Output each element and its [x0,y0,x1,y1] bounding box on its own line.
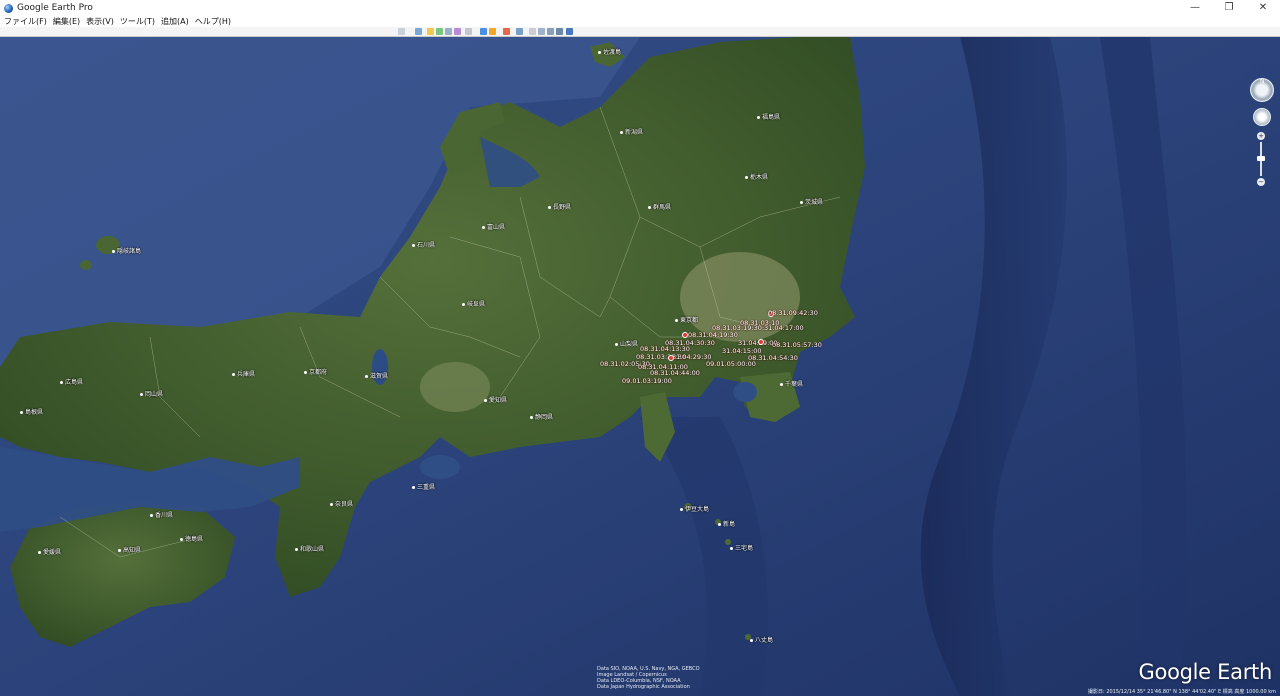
zoom-in-button[interactable]: + [1257,132,1265,140]
place-label-shizuoka[interactable]: 静岡県 [530,412,553,421]
place-label-niigata[interactable]: 新潟県 [620,127,643,136]
menu-bar: ファイル(F) 編集(E) 表示(V) ツール(T) 追加(A) ヘルプ(H) [0,16,1280,27]
imagery-credits: Data SIO, NOAA, U.S. Navy, NGA, GEBCO Im… [597,666,700,690]
place-label-hachijo[interactable]: 八丈島 [750,635,773,644]
menu-view[interactable]: 表示(V) [86,16,114,27]
polygon-icon[interactable] [436,28,443,35]
sunlight-icon[interactable] [489,28,496,35]
navigation-controls: N + − [1250,78,1274,186]
google-earth-icon [4,3,13,13]
track-label[interactable]: 08.31.09:42:30 [768,309,818,317]
place-label-shimane[interactable]: 島根県 [20,407,43,416]
place-label-kochi[interactable]: 高知県 [118,545,141,554]
track-label[interactable]: 08.31.04:44:00 [650,369,700,377]
maps-icon[interactable] [556,28,563,35]
track-label[interactable]: 08.31.05:57:30 [772,341,822,349]
image-overlay-icon[interactable] [454,28,461,35]
credit-line: Data Japan Hydrographic Association [597,684,690,690]
eye-altitude: 高度 1000.00 km [1234,689,1276,695]
minimize-button[interactable]: — [1178,0,1212,16]
look-joystick[interactable]: N [1250,78,1274,102]
zoom-out-button[interactable]: − [1257,178,1265,186]
place-label-nagano[interactable]: 長野県 [548,202,571,211]
menu-help[interactable]: ヘルプ(H) [195,16,231,27]
place-label-okayama[interactable]: 岡山県 [140,389,163,398]
path-icon[interactable] [445,28,452,35]
toolbar [0,27,1280,37]
menu-edit[interactable]: 編集(E) [53,16,80,27]
close-button[interactable]: ✕ [1246,0,1280,16]
north-indicator[interactable]: N [1260,78,1265,85]
window-title: Google Earth Pro [17,3,93,13]
earth-view[interactable]: 福島県 新潟県 栃木県 茨城県 群馬県 長野県 富山県 石川県 岐阜県 山梨県 … [0,37,1280,696]
place-label-nara[interactable]: 奈良県 [330,499,353,508]
earth-gallery-icon[interactable] [566,28,573,35]
track-pin[interactable] [668,355,674,361]
menu-file[interactable]: ファイル(F) [4,16,47,27]
place-label-toyama[interactable]: 富山県 [482,222,505,231]
track-pin[interactable] [758,339,764,345]
tour-record-icon[interactable] [465,28,472,35]
placemark-icon[interactable] [427,28,434,35]
sidebar-toggle-icon[interactable] [415,28,422,35]
place-label-mie[interactable]: 三重県 [412,482,435,491]
place-label-tochigi[interactable]: 栃木県 [745,172,768,181]
status-bar: 撮影日: 2015/12/14 35° 21'46.80" N 138° 44'… [1088,688,1276,695]
move-joystick[interactable] [1253,108,1271,126]
place-label-chiba[interactable]: 千葉県 [780,379,803,388]
place-label-kyoto[interactable]: 京都府 [304,367,327,376]
place-label-ishikawa[interactable]: 石川県 [412,240,435,249]
place-label-oki[interactable]: 隠岐諸島 [112,246,141,255]
window-controls: — ❐ ✕ [1178,0,1280,16]
place-label-ehime[interactable]: 愛媛県 [38,547,61,556]
place-label-miyake[interactable]: 三宅島 [730,543,753,552]
menu-tools[interactable]: ツール(T) [120,16,155,27]
planet-icon[interactable] [503,28,510,35]
place-label-aichi[interactable]: 愛知県 [484,395,507,404]
place-label-wakayama[interactable]: 和歌山県 [295,544,324,553]
maximize-button[interactable]: ❐ [1212,0,1246,16]
print-icon[interactable] [538,28,545,35]
email-icon[interactable] [529,28,536,35]
place-label-gifu[interactable]: 岐阜県 [462,299,485,308]
track-label[interactable]: 08.31.04:19:30 [688,331,738,339]
cursor-coordinates: 35° 21'46.80" N 138° 44'02.40" E 標高 [1136,689,1233,695]
zoom-slider-thumb[interactable] [1257,156,1265,161]
place-label-shiga[interactable]: 滋賀県 [365,371,388,380]
menu-add[interactable]: 追加(A) [161,16,189,27]
track-label[interactable]: 08.31.04:13:30 [640,345,690,353]
place-label-gunma[interactable]: 群馬県 [648,202,671,211]
track-label[interactable]: 09.01.03:19:00 [622,377,672,385]
place-label-kagawa[interactable]: 香川県 [150,510,173,519]
ruler-icon[interactable] [516,28,523,35]
place-label-niijima[interactable]: 新島 [718,519,735,528]
search-icon[interactable] [398,28,405,35]
save-image-icon[interactable] [547,28,554,35]
imagery-date: 撮影日: 2015/12/14 [1088,689,1136,695]
place-label-yamanashi[interactable]: 山梨県 [615,339,638,348]
track-label[interactable]: 09.01.05:00:00 [706,360,756,368]
title-bar: Google Earth Pro — ❐ ✕ [0,0,1280,17]
place-label-izu-oshima[interactable]: 伊豆大島 [680,504,709,513]
google-earth-logo: Google Earth [1138,660,1273,684]
historical-imagery-icon[interactable] [480,28,487,35]
place-label-fukushima[interactable]: 福島県 [757,112,780,121]
place-label-sado[interactable]: 佐渡島 [598,47,621,56]
place-label-tokushima[interactable]: 徳島県 [180,534,203,543]
zoom-slider[interactable] [1257,142,1265,176]
place-label-tokyo[interactable]: 東京都 [675,315,698,324]
place-label-ibaraki[interactable]: 茨城県 [800,197,823,206]
place-label-hiroshima[interactable]: 広島県 [60,377,83,386]
place-label-hyogo[interactable]: 兵庫県 [232,369,255,378]
